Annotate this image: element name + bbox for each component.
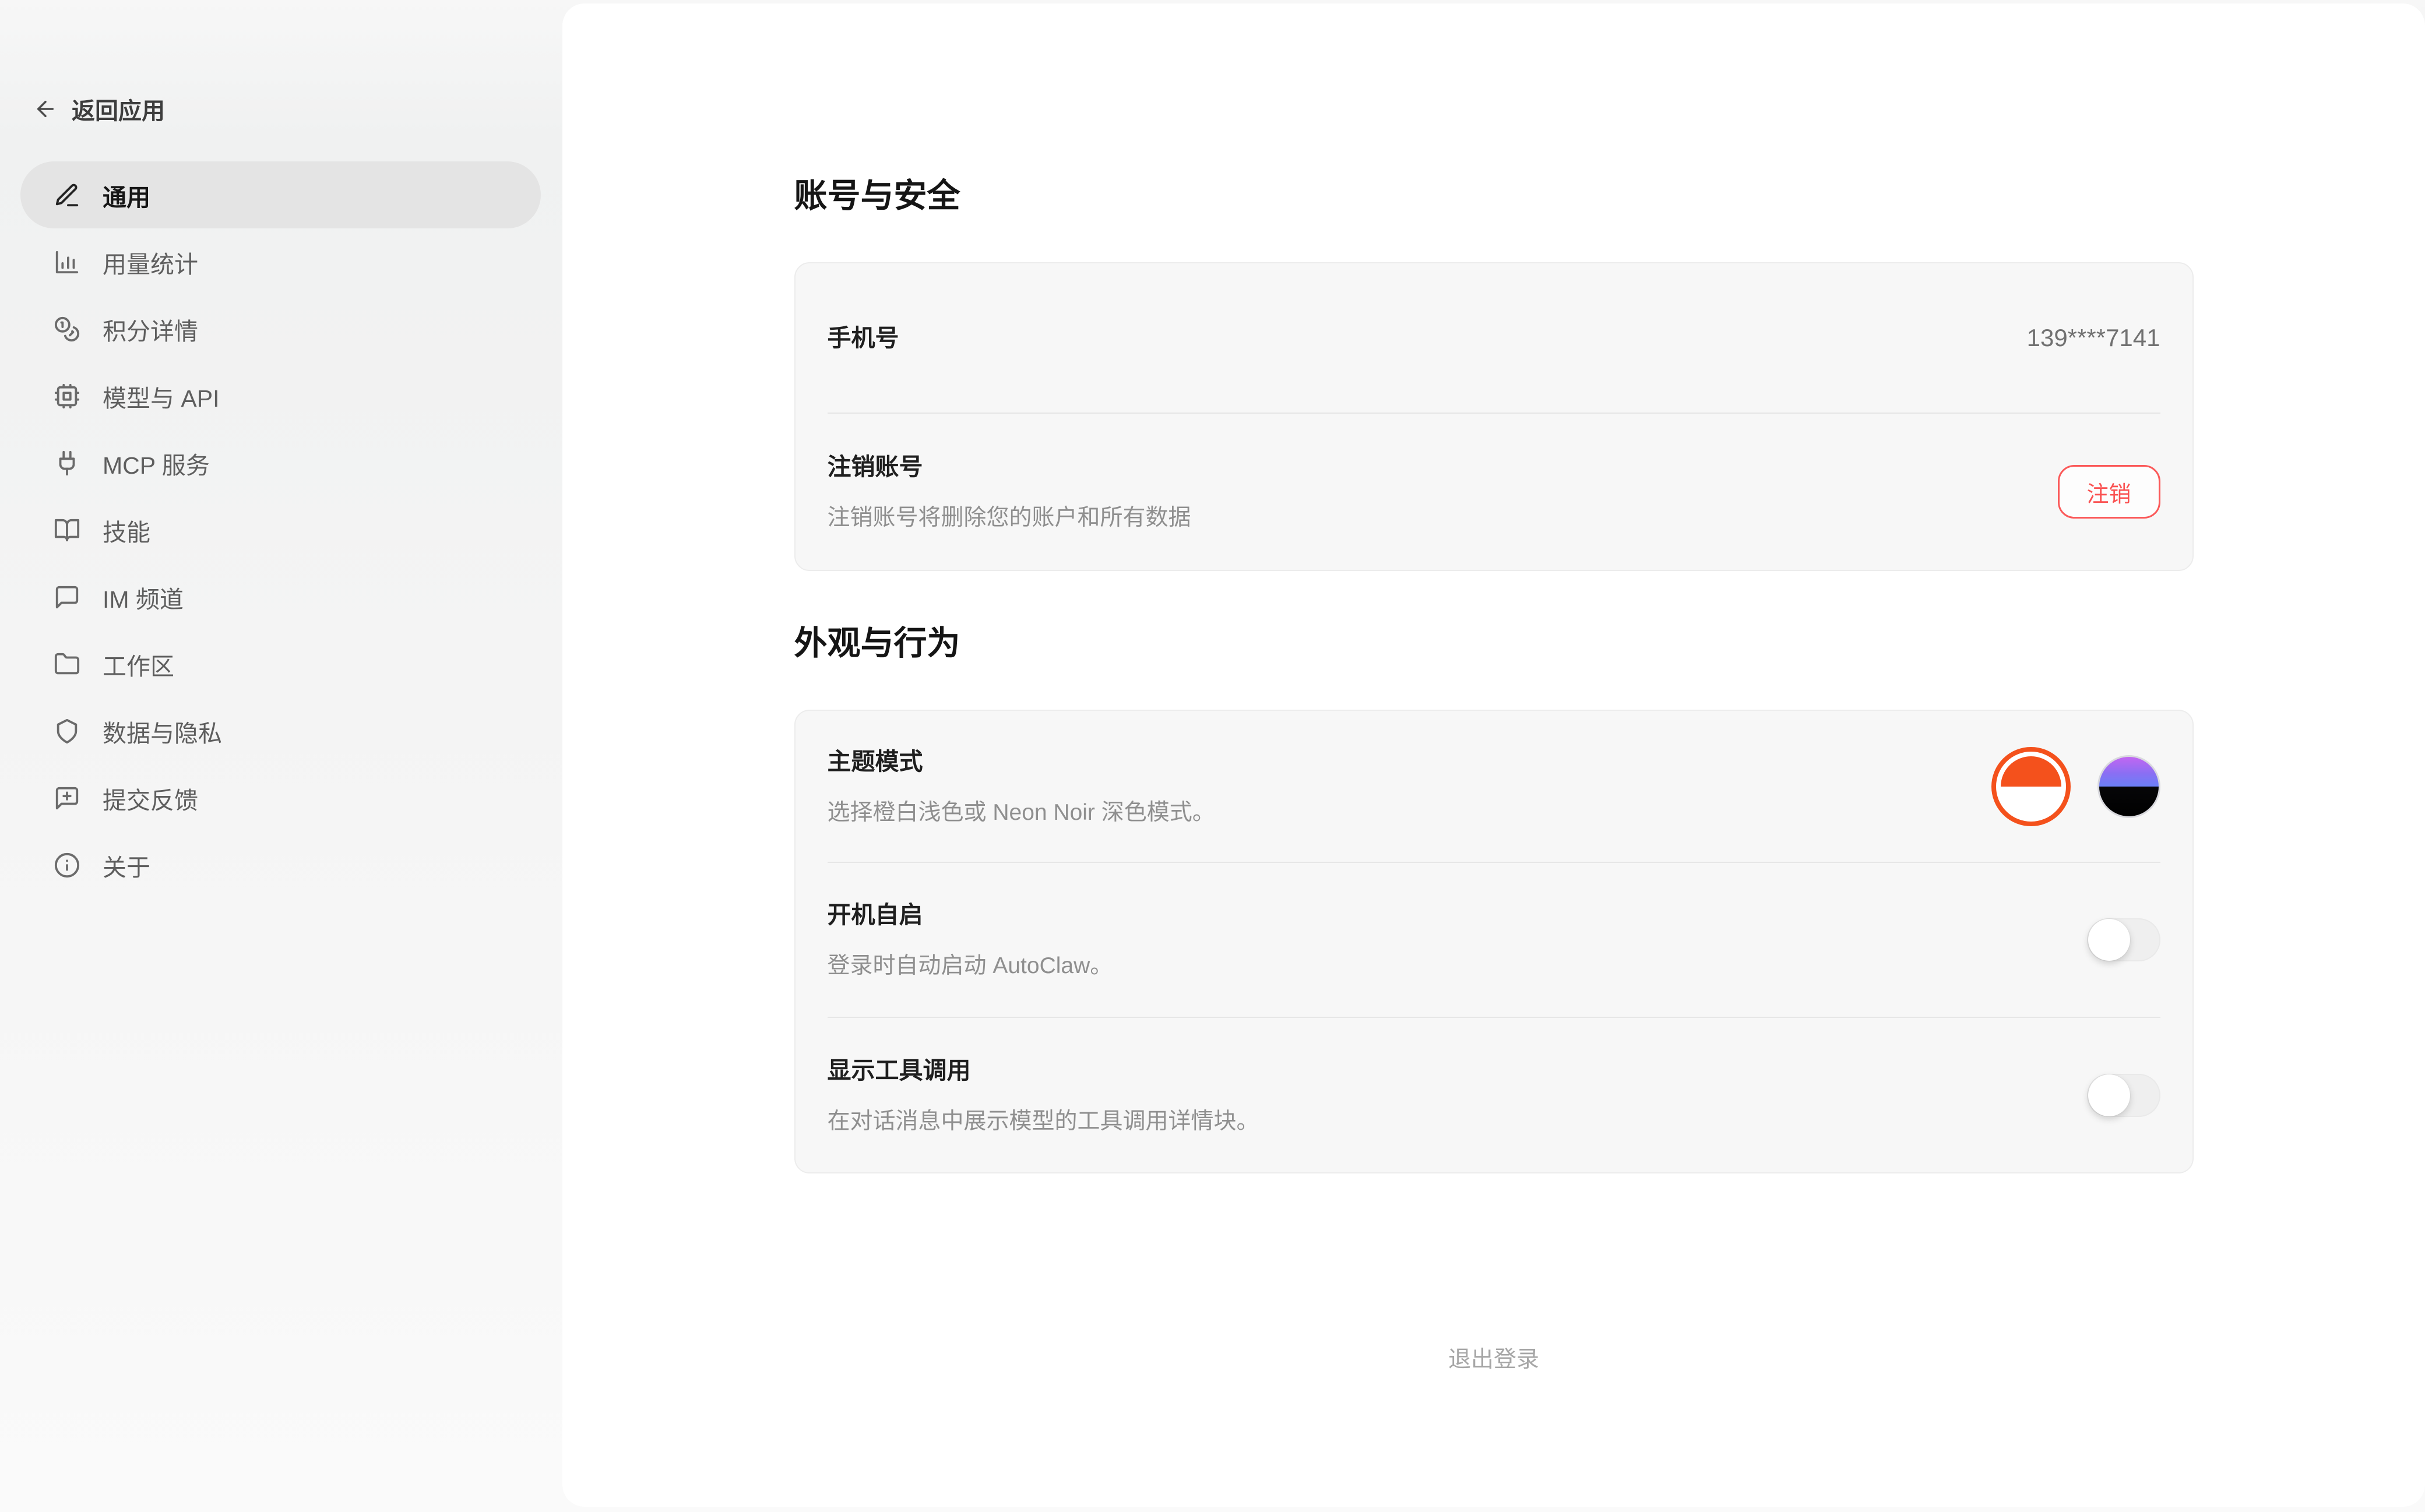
folder-icon	[54, 651, 80, 678]
message-square-icon	[54, 584, 80, 611]
cpu-icon	[54, 383, 80, 410]
theme-swatch-dark[interactable]	[2097, 755, 2160, 818]
sidebar-item-workspace[interactable]: 工作区	[20, 630, 541, 697]
sidebar-item-label: MCP 服务	[103, 446, 210, 481]
sidebar-item-label: 积分详情	[103, 312, 198, 347]
sidebar-item-label: 提交反馈	[103, 781, 198, 816]
sidebar-item-label: 工作区	[103, 647, 174, 682]
appearance-card: 主题模式 选择橙白浅色或 Neon Noir 深色模式。 开机自启 登录时自动启…	[794, 710, 2194, 1173]
sidebar-item-data-privacy[interactable]: 数据与隐私	[20, 697, 541, 764]
tool-calls-row: 显示工具调用 在对话消息中展示模型的工具调用详情块。	[828, 1018, 2160, 1172]
phone-number-value: 139****7141	[2027, 324, 2160, 352]
sidebar-item-label: IM 频道	[103, 580, 184, 615]
sidebar-item-usage-stats[interactable]: 用量统计	[20, 228, 541, 295]
shield-icon	[54, 718, 80, 745]
sidebar-item-label: 关于	[103, 848, 150, 883]
sidebar-item-general[interactable]: 通用	[20, 161, 541, 228]
sidebar-item-label: 用量统计	[103, 245, 198, 280]
sidebar-item-feedback[interactable]: 提交反馈	[20, 764, 541, 831]
autostart-description: 登录时自动启动 AutoClaw。	[828, 951, 1113, 981]
phone-number-label: 手机号	[828, 322, 899, 354]
autostart-row: 开机自启 登录时自动启动 AutoClaw。	[828, 863, 2160, 1017]
back-to-app-label: 返回应用	[72, 92, 165, 126]
toggle-knob	[2088, 1074, 2130, 1116]
sidebar-item-credits[interactable]: 积分详情	[20, 295, 541, 362]
theme-swatches	[1991, 747, 2160, 826]
tool-calls-toggle[interactable]	[2087, 1074, 2160, 1117]
sidebar-item-mcp-services[interactable]: MCP 服务	[20, 429, 541, 496]
section-title-account: 账号与安全	[794, 3, 2194, 217]
autostart-label: 开机自启	[828, 898, 1113, 931]
theme-swatch-light-preview	[2001, 756, 2061, 817]
account-card: 手机号 139****7141 注销账号 注销账号将删除您的账户和所有数据 注销	[794, 262, 2194, 571]
sidebar-item-label: 技能	[103, 513, 150, 548]
coins-icon	[54, 316, 80, 343]
delete-account-description: 注销账号将删除您的账户和所有数据	[828, 503, 1191, 533]
section-title-appearance: 外观与行为	[794, 622, 2194, 664]
logout-button[interactable]: 退出登录	[1448, 1341, 1539, 1374]
arrow-left-icon	[33, 97, 58, 121]
sidebar-item-label: 模型与 API	[103, 379, 219, 414]
delete-account-row: 注销账号 注销账号将删除您的账户和所有数据 注销	[828, 414, 2160, 570]
settings-main-panel: 账号与安全 手机号 139****7141 注销账号 注销账号将删除您的账户和所…	[562, 3, 2425, 1507]
pen-icon	[54, 182, 80, 209]
sidebar-item-skills[interactable]: 技能	[20, 496, 541, 563]
message-square-plus-icon	[54, 785, 80, 812]
plug-icon	[54, 450, 80, 477]
phone-number-row: 手机号 139****7141	[828, 263, 2160, 413]
delete-account-label: 注销账号	[828, 450, 1191, 483]
info-icon	[54, 852, 80, 879]
toggle-knob	[2088, 919, 2130, 961]
sidebar-item-label: 数据与隐私	[103, 714, 222, 749]
delete-account-button[interactable]: 注销	[2058, 465, 2160, 519]
theme-mode-row: 主题模式 选择橙白浅色或 Neon Noir 深色模式。	[828, 711, 2160, 862]
settings-sidebar: 返回应用 通用用量统计积分详情模型与 API MCP 服务技能 IM 频道工作区数据…	[0, 0, 562, 1512]
tool-calls-description: 在对话消息中展示模型的工具调用详情块。	[828, 1106, 1259, 1137]
theme-mode-label: 主题模式	[828, 745, 1215, 778]
autostart-toggle[interactable]	[2087, 918, 2160, 961]
theme-mode-description: 选择橙白浅色或 Neon Noir 深色模式。	[828, 798, 1215, 828]
book-open-icon	[54, 517, 80, 544]
sidebar-item-about[interactable]: 关于	[20, 831, 541, 898]
sidebar-item-im-channels[interactable]: IM 频道	[20, 563, 541, 630]
theme-swatch-light-selected[interactable]	[1991, 747, 2071, 826]
tool-calls-label: 显示工具调用	[828, 1054, 1259, 1087]
back-to-app-button[interactable]: 返回应用	[33, 92, 165, 126]
sidebar-item-label: 通用	[103, 178, 150, 213]
sidebar-menu: 通用用量统计积分详情模型与 API MCP 服务技能 IM 频道工作区数据与隐私提交…	[20, 161, 541, 898]
bar-chart-icon	[54, 249, 80, 276]
sidebar-item-models-api[interactable]: 模型与 API	[20, 362, 541, 429]
